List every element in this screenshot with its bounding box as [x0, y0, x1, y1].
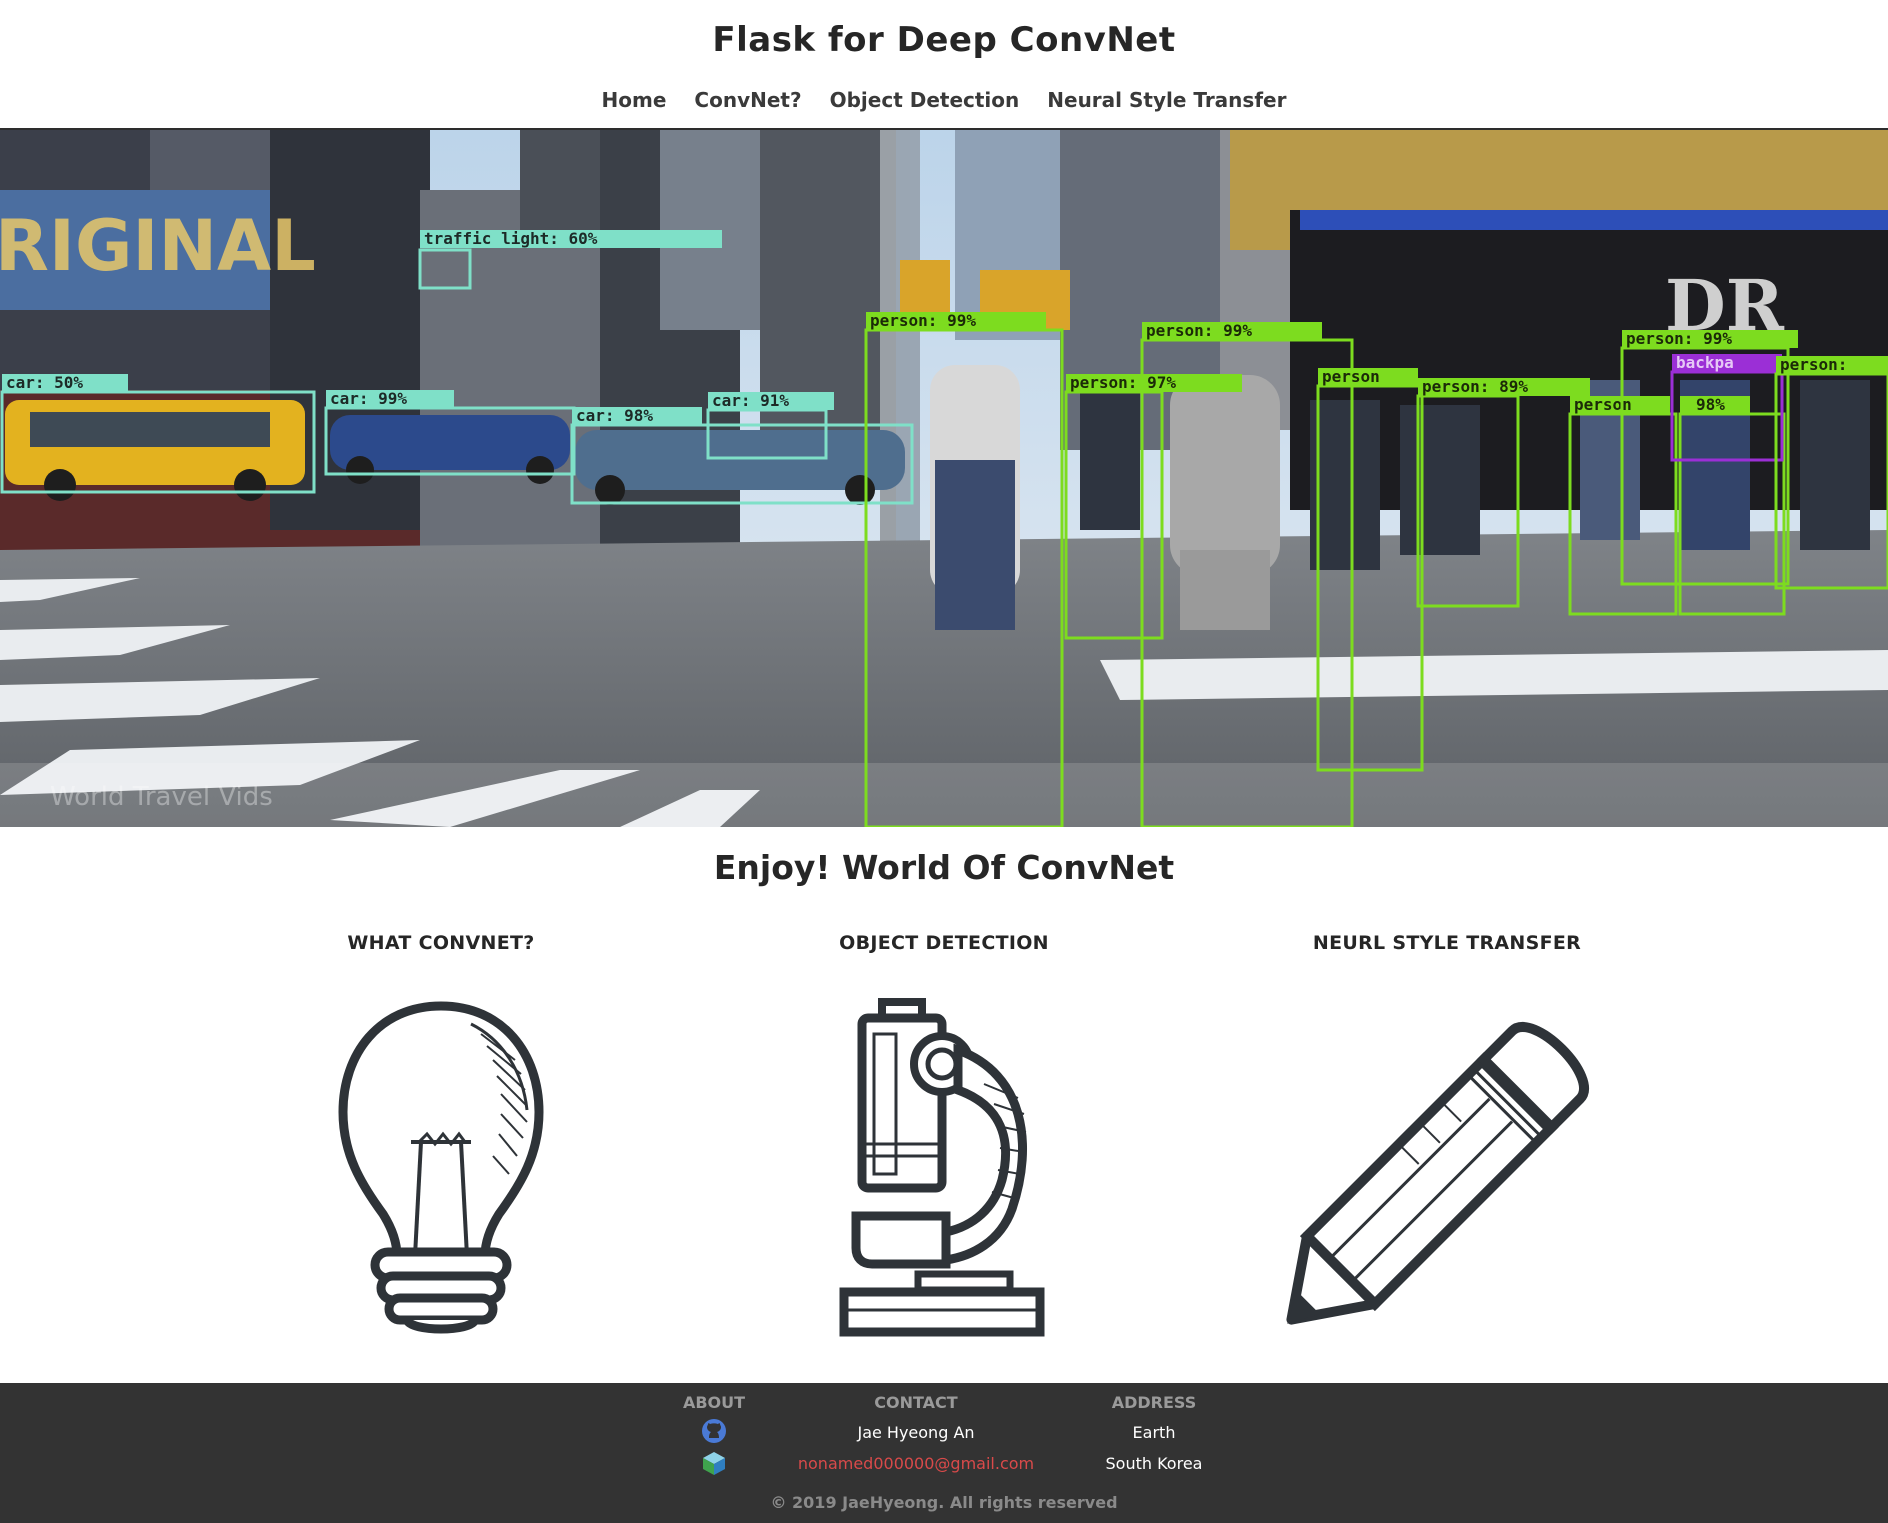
copyright: © 2019 JaeHyeong. All rights reserved	[770, 1493, 1118, 1512]
person-label-9: person:	[1780, 355, 1847, 374]
pencil-icon	[1147, 994, 1747, 1325]
car-label-3: car: 98%	[576, 406, 653, 425]
footer-about: ABOUT	[659, 1393, 769, 1480]
address-line-2: South Korea	[1105, 1454, 1203, 1473]
site-footer: ABOUT CONTACT Jae Hyeong An nonamed00000…	[0, 1383, 1888, 1523]
backpack-label: backpa	[1676, 353, 1734, 372]
nav-home[interactable]: Home	[588, 88, 681, 112]
contact-email[interactable]: nonamed000000@gmail.com	[791, 1454, 1041, 1474]
car-label-1: car: 50%	[6, 373, 83, 392]
main-nav: Home ConvNet? Object Detection Neural St…	[0, 88, 1888, 112]
traffic-light-label: traffic light: 60%	[424, 229, 598, 248]
svg-text:RIGINAL: RIGINAL	[0, 205, 316, 287]
blog-link[interactable]	[659, 1450, 769, 1480]
person-label-2: person: 99%	[1146, 321, 1252, 340]
person-label-4: person	[1322, 367, 1380, 386]
github-icon	[702, 1419, 726, 1443]
person-label-1: person: 99%	[870, 311, 976, 330]
hero-detection-image: DR RIGINAL traffic light: 60% car: 50% c…	[0, 130, 1888, 827]
person-label-7: 98%	[1696, 395, 1725, 414]
feature-neural-style-transfer[interactable]: NEURL STYLE TRANSFER	[1147, 932, 1747, 1325]
footer-about-heading: ABOUT	[682, 1393, 746, 1412]
person-label-3: person: 97%	[1070, 373, 1176, 392]
car-label-4: car: 91%	[712, 391, 789, 410]
person-label-5: person: 89%	[1422, 377, 1528, 396]
street-scene: DR RIGINAL traffic light: 60% car: 50% c…	[0, 130, 1888, 827]
section-heading: Enjoy! World Of ConvNet	[713, 848, 1175, 887]
hero-watermark: World Travel Vids	[50, 782, 273, 812]
footer-address: ADDRESS Earth South Korea	[1079, 1393, 1229, 1474]
nav-object-detection[interactable]: Object Detection	[816, 88, 1034, 112]
footer-address-heading: ADDRESS	[1111, 1393, 1197, 1412]
cube-icon	[703, 1452, 725, 1475]
person-label-8: person: 99%	[1626, 329, 1732, 348]
footer-contact: CONTACT Jae Hyeong An nonamed000000@gmai…	[791, 1393, 1041, 1474]
nav-convnet[interactable]: ConvNet?	[680, 88, 815, 112]
github-link[interactable]	[659, 1418, 769, 1448]
address-line-1: Earth	[1132, 1423, 1176, 1442]
car-label-2: car: 99%	[330, 389, 407, 408]
site-title: Flask for Deep ConvNet	[712, 20, 1176, 60]
contact-name: Jae Hyeong An	[857, 1423, 975, 1442]
feature-title: NEURL STYLE TRANSFER	[1312, 932, 1582, 954]
footer-contact-heading: CONTACT	[874, 1393, 958, 1412]
nav-neural-style-transfer[interactable]: Neural Style Transfer	[1033, 88, 1300, 112]
